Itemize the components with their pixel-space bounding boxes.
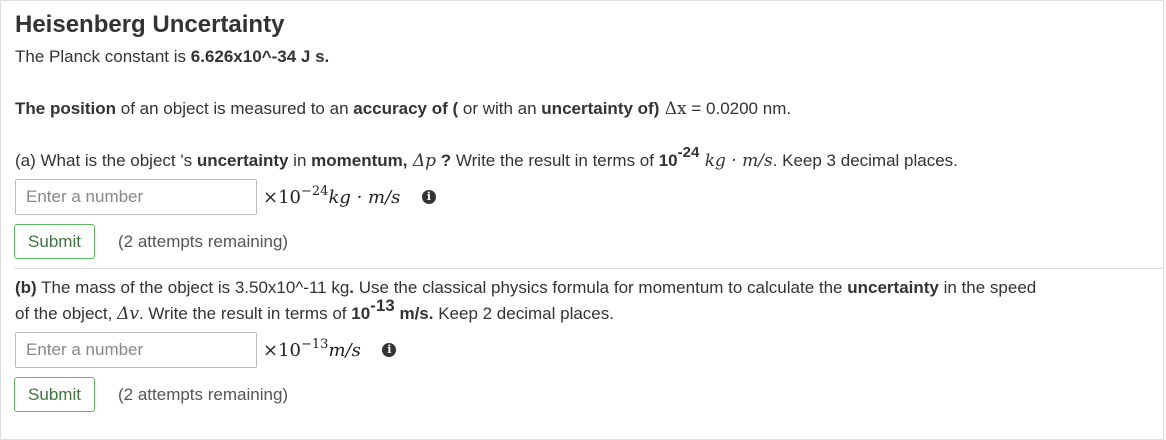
part-b-text: in the speed	[938, 278, 1037, 297]
attempts-remaining-a: (2 attempts remaining)	[118, 232, 289, 251]
planck-prefix: The Planck constant is	[15, 47, 191, 66]
question-panel: Heisenberg Uncertainty The Planck consta…	[0, 0, 1164, 440]
unit-exponent: −24	[301, 184, 329, 199]
part-b-text: The mass of the object is 3.50x10^-11 kg	[36, 278, 350, 297]
part-a-question-mark: ?	[436, 151, 452, 170]
part-a-power-exponent: -24	[677, 144, 700, 161]
unit-times-ten: ×10	[263, 340, 301, 361]
info-icon[interactable]: i	[382, 343, 397, 357]
part-a-text: (a) What is the object 's	[15, 151, 197, 170]
part-a-bold-momentum: momentum,	[311, 151, 408, 170]
delta-x-symbol: Δx	[659, 99, 687, 119]
statement-bold-accuracy: accuracy of (	[353, 99, 459, 118]
part-b-question-line1: (b) The mass of the object is 3.50x10^-1…	[15, 278, 1036, 298]
part-b-label: (b)	[15, 278, 37, 297]
unit-times-ten: ×10	[263, 187, 301, 208]
part-b-unit: m/s.	[394, 304, 434, 323]
answer-a-input[interactable]	[15, 179, 257, 215]
part-a-bold-uncertainty: uncertainty	[196, 151, 289, 170]
part-a-text: Write the result in terms of	[451, 151, 659, 170]
unit-exponent: −13	[301, 337, 329, 352]
part-a-question: (a) What is the object 's uncertainty in…	[15, 144, 958, 171]
part-b-text: Keep 2 decimal places.	[433, 304, 614, 323]
answer-a-unit: ×10−24kg · m/s i	[263, 184, 436, 208]
part-a-text: . Keep 3 decimal places.	[772, 151, 958, 170]
planck-value: 6.626x10^-34 J s.	[190, 47, 330, 66]
unit-text: kg · m/s	[328, 187, 401, 208]
divider	[14, 268, 1164, 269]
planck-constant-line: The Planck constant is 6.626x10^-34 J s.	[15, 47, 329, 67]
page-title: Heisenberg Uncertainty	[15, 11, 285, 38]
statement-bold-uncertainty: uncertainty of)	[541, 99, 660, 118]
answer-b-input[interactable]	[15, 332, 257, 368]
part-a-power-base: 10	[658, 151, 678, 170]
part-b-text: Use the classical physics formula for mo…	[354, 278, 848, 297]
unit-text: m/s	[328, 340, 361, 361]
attempts-remaining-b: (2 attempts remaining)	[118, 385, 289, 404]
submit-button-a[interactable]: Submit	[14, 224, 95, 259]
part-b-bold-uncertainty: uncertainty	[847, 278, 939, 297]
statement-value: = 0.0200 nm.	[686, 99, 792, 118]
statement-text: or with an	[458, 99, 542, 118]
part-b-text: . Write the result in terms of	[138, 304, 352, 323]
part-b-power-exponent: -13	[370, 296, 395, 315]
part-b-question-line2: of the object, Δv. Write the result in t…	[15, 296, 614, 324]
delta-p-symbol: Δp	[407, 151, 437, 171]
statement-bold-position: The position	[15, 99, 117, 118]
part-b-power-base: 10	[351, 304, 371, 323]
info-icon[interactable]: i	[421, 190, 436, 204]
part-a-unit: kg · m/s	[699, 151, 773, 171]
submit-button-b[interactable]: Submit	[14, 377, 95, 412]
problem-statement: The position of an object is measured to…	[15, 99, 791, 119]
part-b-text: of the object,	[15, 304, 118, 323]
part-a-text: in	[288, 151, 312, 170]
delta-v-symbol: Δv	[117, 304, 139, 324]
statement-text: of an object is measured to an	[116, 99, 354, 118]
answer-b-unit: ×10−13m/s i	[263, 337, 397, 361]
